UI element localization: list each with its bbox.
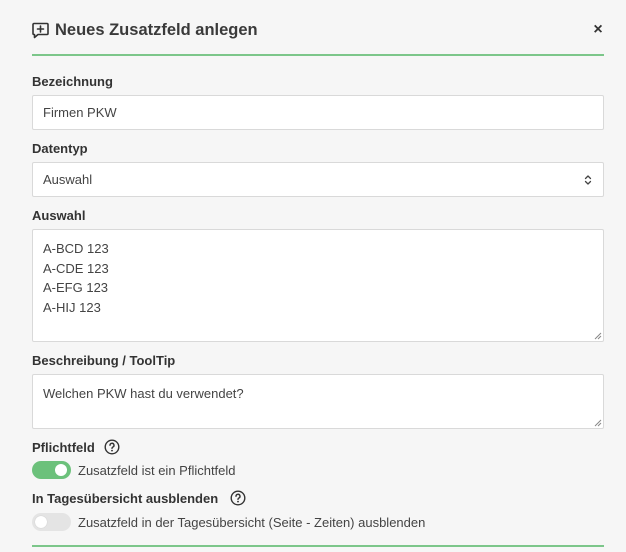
auswahl-textarea[interactable]	[32, 229, 604, 342]
resize-grip-icon[interactable]	[594, 419, 602, 427]
resize-grip-icon[interactable]	[594, 332, 602, 340]
tagesuebersicht-toggle[interactable]	[32, 513, 71, 531]
beschreibung-label: Beschreibung / ToolTip	[32, 353, 176, 368]
comment-plus-icon	[32, 22, 49, 39]
toggle-knob	[35, 516, 47, 528]
bezeichnung-input[interactable]: Firmen PKW	[32, 95, 604, 130]
help-circle-icon[interactable]	[230, 490, 246, 506]
datentyp-label: Datentyp	[32, 141, 88, 156]
datentyp-value: Auswahl	[43, 172, 93, 187]
beschreibung-textarea[interactable]	[32, 374, 604, 429]
close-icon[interactable]: ×	[592, 22, 604, 38]
footer-divider	[32, 545, 604, 547]
pflichtfeld-label: Pflichtfeld	[32, 440, 95, 455]
add-custom-field-dialog: Neues Zusatzfeld anlegen × Bezeichnung F…	[0, 0, 626, 552]
datentyp-select[interactable]: Auswahl	[32, 162, 604, 197]
dialog-header: Neues Zusatzfeld anlegen ×	[32, 16, 604, 56]
tagesuebersicht-toggle-label: Zusatzfeld in der Tagesübersicht (Seite …	[78, 515, 426, 530]
chevron-up-down-icon	[584, 175, 592, 185]
auswahl-label: Auswahl	[32, 208, 86, 223]
tagesuebersicht-label: In Tagesübersicht ausblenden	[32, 491, 219, 506]
dialog-title: Neues Zusatzfeld anlegen	[55, 21, 258, 39]
help-circle-icon[interactable]	[104, 439, 120, 455]
bezeichnung-label: Bezeichnung	[32, 74, 113, 89]
pflichtfeld-toggle[interactable]	[32, 461, 71, 479]
toggle-knob	[55, 464, 67, 476]
pflichtfeld-toggle-label: Zusatzfeld ist ein Pflichtfeld	[78, 463, 236, 478]
bezeichnung-value: Firmen PKW	[43, 105, 117, 120]
